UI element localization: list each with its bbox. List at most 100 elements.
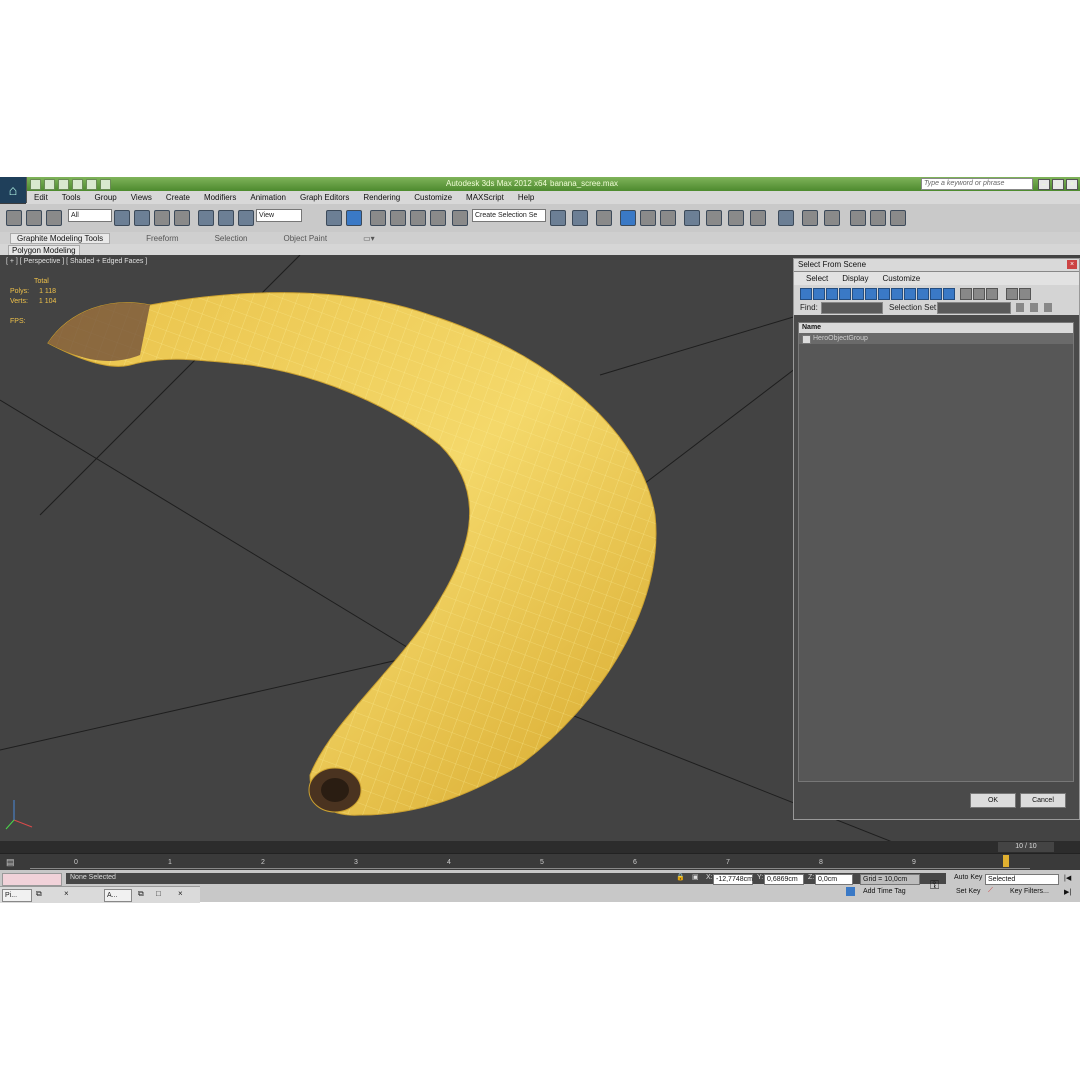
snap-toggle-icon[interactable] [370, 210, 386, 226]
material-editor-icon[interactable] [684, 210, 700, 226]
new-file-icon[interactable] [30, 179, 41, 190]
display-groups-icon[interactable] [878, 288, 890, 300]
menu-customize[interactable]: Customize [414, 193, 452, 202]
ok-button[interactable]: OK [970, 793, 1016, 808]
goto-start-icon[interactable]: |◀ [1064, 874, 1071, 882]
quick-access-toolbar[interactable] [30, 179, 111, 190]
menu-group[interactable]: Group [94, 193, 116, 202]
mirror-icon[interactable] [550, 210, 566, 226]
display-none-icon[interactable] [973, 288, 985, 300]
render-setup-icon[interactable] [706, 210, 722, 226]
window-crossing-icon[interactable] [174, 210, 190, 226]
display-containers-icon[interactable] [917, 288, 929, 300]
maximize-button[interactable]: □ [1052, 179, 1064, 190]
named-selection-dropdown[interactable]: Create Selection Se [472, 209, 546, 222]
display-cameras-icon[interactable] [839, 288, 851, 300]
rotate-icon[interactable] [218, 210, 234, 226]
set-key-icon[interactable]: ⟋ [988, 887, 993, 895]
curve-editor-icon[interactable] [640, 210, 656, 226]
display-shapes-icon[interactable] [813, 288, 825, 300]
snap-edge-icon[interactable] [870, 210, 886, 226]
filter-options-icon[interactable] [1019, 288, 1031, 300]
filter-icon[interactable] [1006, 288, 1018, 300]
display-geometry-icon[interactable] [800, 288, 812, 300]
scene-explorer-icon[interactable] [802, 210, 818, 226]
find-input[interactable] [821, 302, 883, 314]
x-coordinate-field[interactable]: -12,7748cm [713, 874, 753, 885]
undo-icon[interactable] [72, 179, 83, 190]
select-by-name-icon[interactable] [134, 210, 150, 226]
bind-spacewarp-icon[interactable] [46, 210, 62, 226]
menu-tools[interactable]: Tools [62, 193, 81, 202]
y-coordinate-field[interactable]: 0,6869cm [764, 874, 804, 885]
minimize-button[interactable]: – [1038, 179, 1050, 190]
object-paint-icon[interactable] [824, 210, 840, 226]
taskbar-item[interactable]: A... [104, 889, 132, 902]
set-key-button[interactable]: Set Key [956, 888, 981, 895]
tab-graphite-modeling-tools[interactable]: Graphite Modeling Tools [10, 232, 111, 244]
goto-end-icon[interactable]: ▶| [1064, 888, 1071, 896]
menu-rendering[interactable]: Rendering [363, 193, 400, 202]
z-coordinate-field[interactable]: 0,0cm [815, 874, 853, 885]
cancel-button[interactable]: Cancel [1020, 793, 1066, 808]
move-icon[interactable] [198, 210, 214, 226]
absolute-mode-icon[interactable]: ▣ [692, 873, 699, 881]
maximize-icon[interactable]: □ [156, 889, 161, 898]
select-all-icon[interactable] [1016, 303, 1024, 312]
close-button[interactable]: × [1066, 179, 1078, 190]
redo-icon[interactable] [86, 179, 97, 190]
spinner-snap-icon[interactable] [430, 210, 446, 226]
align-icon[interactable] [572, 210, 588, 226]
key-filters-button[interactable]: Key Filters... [1010, 888, 1049, 895]
layer-manager-icon[interactable] [596, 210, 612, 226]
menu-create[interactable]: Create [166, 193, 190, 202]
menu-views[interactable]: Views [131, 193, 152, 202]
display-lights-icon[interactable] [826, 288, 838, 300]
snap-vertex-icon[interactable] [850, 210, 866, 226]
dialog-menu-select[interactable]: Select [806, 274, 828, 283]
maxscript-listener[interactable] [2, 873, 62, 886]
schematic-view-icon[interactable] [660, 210, 676, 226]
close-icon[interactable]: × [178, 889, 183, 898]
render-production-icon[interactable] [750, 210, 766, 226]
selection-set-dropdown[interactable] [937, 302, 1011, 314]
edit-named-selection-icon[interactable] [452, 210, 468, 226]
perspective-viewport[interactable]: [ + ] [ Perspective ] [ Shaded + Edged F… [0, 255, 1080, 841]
auto-key-button[interactable]: Auto Key [954, 874, 982, 881]
select-none-icon[interactable] [1030, 303, 1038, 312]
search-input[interactable]: Type a keyword or phrase [921, 178, 1033, 190]
taskbar-item[interactable]: Pi... [2, 889, 32, 902]
menu-edit[interactable]: Edit [34, 193, 48, 202]
display-bones-icon[interactable] [904, 288, 916, 300]
rectangular-selection-icon[interactable] [154, 210, 170, 226]
select-invert-icon[interactable] [1044, 303, 1052, 312]
lock-selection-icon[interactable]: 🔒 [676, 873, 685, 881]
display-xrefs-icon[interactable] [891, 288, 903, 300]
track-bar[interactable]: ▤ 0 1 2 3 4 5 6 7 8 9 [0, 853, 1080, 871]
unlink-icon[interactable] [26, 210, 42, 226]
scale-icon[interactable] [238, 210, 254, 226]
restore-icon[interactable]: ⧉ [36, 889, 42, 899]
display-spacewarps-icon[interactable] [865, 288, 877, 300]
tab-freeform[interactable]: Freeform [146, 234, 178, 243]
angle-snap-icon[interactable] [390, 210, 406, 226]
add-time-tag[interactable]: Add Time Tag [863, 888, 906, 895]
key-mode-icon[interactable]: ⚿ [930, 878, 939, 893]
graphite-toggle-icon[interactable] [620, 210, 636, 226]
column-header-name[interactable]: Name [799, 323, 1073, 333]
scene-object-list[interactable]: Name HeroObjectGroup [798, 322, 1074, 782]
dialog-title-bar[interactable]: Select From Scene × [794, 259, 1079, 272]
save-file-icon[interactable] [58, 179, 69, 190]
restore-icon[interactable]: ⧉ [138, 889, 144, 899]
pivot-center-icon[interactable] [326, 210, 342, 226]
selection-filter-dropdown[interactable]: All [68, 209, 112, 222]
display-hidden-icon[interactable] [943, 288, 955, 300]
snap-face-icon[interactable] [890, 210, 906, 226]
menu-graph-editors[interactable]: Graph Editors [300, 193, 349, 202]
dialog-menu-customize[interactable]: Customize [882, 274, 920, 283]
mini-curve-editor-icon[interactable]: ▤ [6, 857, 15, 868]
select-manipulate-icon[interactable] [346, 210, 362, 226]
list-item[interactable]: HeroObjectGroup [799, 333, 1073, 344]
ribbon-options-icon[interactable]: ▭▾ [363, 234, 375, 243]
display-invert-icon[interactable] [986, 288, 998, 300]
